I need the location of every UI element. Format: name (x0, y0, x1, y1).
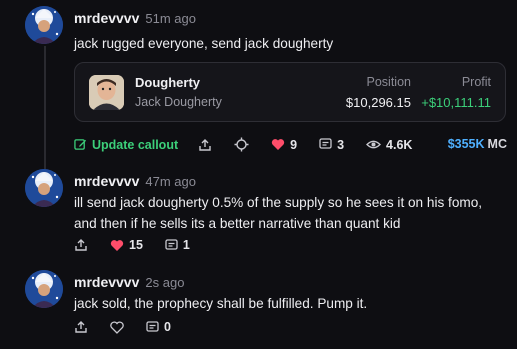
comment-button[interactable]: 0 (146, 320, 171, 334)
timestamp: 47m ago (145, 174, 196, 189)
position-label: Position (366, 75, 411, 89)
post-text: jack sold, the prophecy shall be fulfill… (74, 296, 368, 311)
post-actions: Update callout 9 3 4.6K (74, 137, 434, 152)
eye-icon (366, 140, 381, 149)
market-cap-unit: MC (487, 137, 507, 151)
username[interactable]: mrdevvvv (74, 10, 139, 26)
post-header: mrdevvvv 51m ago (74, 10, 196, 26)
token-subtitle: Jack Dougherty (135, 95, 222, 109)
like-button[interactable]: 15 (110, 238, 143, 252)
comment-count: 0 (164, 320, 171, 334)
share-button[interactable] (74, 320, 88, 334)
comment-count: 1 (182, 238, 190, 252)
timestamp: 2s ago (145, 275, 185, 290)
update-callout-button[interactable]: Update callout (74, 138, 178, 152)
position-card[interactable]: Dougherty Jack Dougherty Position $10,29… (74, 62, 506, 122)
post-actions: 0 (74, 320, 193, 334)
comment-icon (146, 320, 159, 332)
position-value: $10,296.15 (345, 95, 411, 110)
like-button[interactable] (110, 320, 124, 334)
username[interactable]: mrdevvvv (74, 173, 139, 189)
avatar[interactable] (25, 169, 63, 207)
post-header: mrdevvvv 2s ago (74, 274, 184, 290)
callout-thread: mrdevvvv 51m ago jack rugged everyone, s… (0, 0, 517, 349)
profit-value: +$10,111.11 (421, 95, 491, 110)
heart-icon (110, 239, 124, 251)
share-icon (75, 239, 87, 251)
share-icon (75, 321, 87, 333)
comment-icon (319, 138, 332, 149)
edit-icon (74, 139, 87, 150)
comment-icon (165, 238, 178, 250)
avatar[interactable] (25, 6, 63, 44)
crosshair-icon (234, 137, 249, 152)
like-count: 15 (129, 238, 143, 252)
post-actions: 15 1 (74, 238, 212, 252)
views-indicator: 4.6K (366, 138, 412, 152)
post-header: mrdevvvv 47m ago (74, 173, 196, 189)
view-count: 4.6K (386, 137, 413, 152)
position-column: Position $10,296.15 (346, 75, 411, 110)
token-name: Dougherty (135, 75, 200, 90)
comment-button[interactable]: 3 (319, 138, 344, 152)
share-button[interactable] (198, 138, 212, 152)
like-button[interactable]: 9 (271, 138, 297, 152)
post-text: jack rugged everyone, send jack doughert… (74, 36, 334, 51)
market-cap: $355K MC (448, 137, 507, 151)
share-icon (199, 138, 211, 151)
post-text: ill send jack dougherty 0.5% of the supp… (74, 195, 483, 231)
profit-label: Profit (461, 75, 491, 89)
heart-icon (110, 320, 124, 334)
market-cap-value: $355K (447, 137, 485, 151)
token-avatar (89, 75, 124, 110)
comment-button[interactable]: 1 (165, 238, 190, 252)
share-button[interactable] (74, 238, 88, 252)
track-button[interactable] (234, 137, 249, 152)
username[interactable]: mrdevvvv (74, 274, 139, 290)
update-callout-label: Update callout (92, 137, 179, 152)
timestamp: 51m ago (145, 11, 196, 26)
avatar[interactable] (25, 270, 63, 308)
heart-icon (271, 139, 285, 150)
like-count: 9 (290, 137, 298, 152)
profit-column: Profit +$10,111.11 (421, 75, 491, 110)
comment-count: 3 (337, 137, 345, 152)
thread-connector (44, 46, 46, 170)
